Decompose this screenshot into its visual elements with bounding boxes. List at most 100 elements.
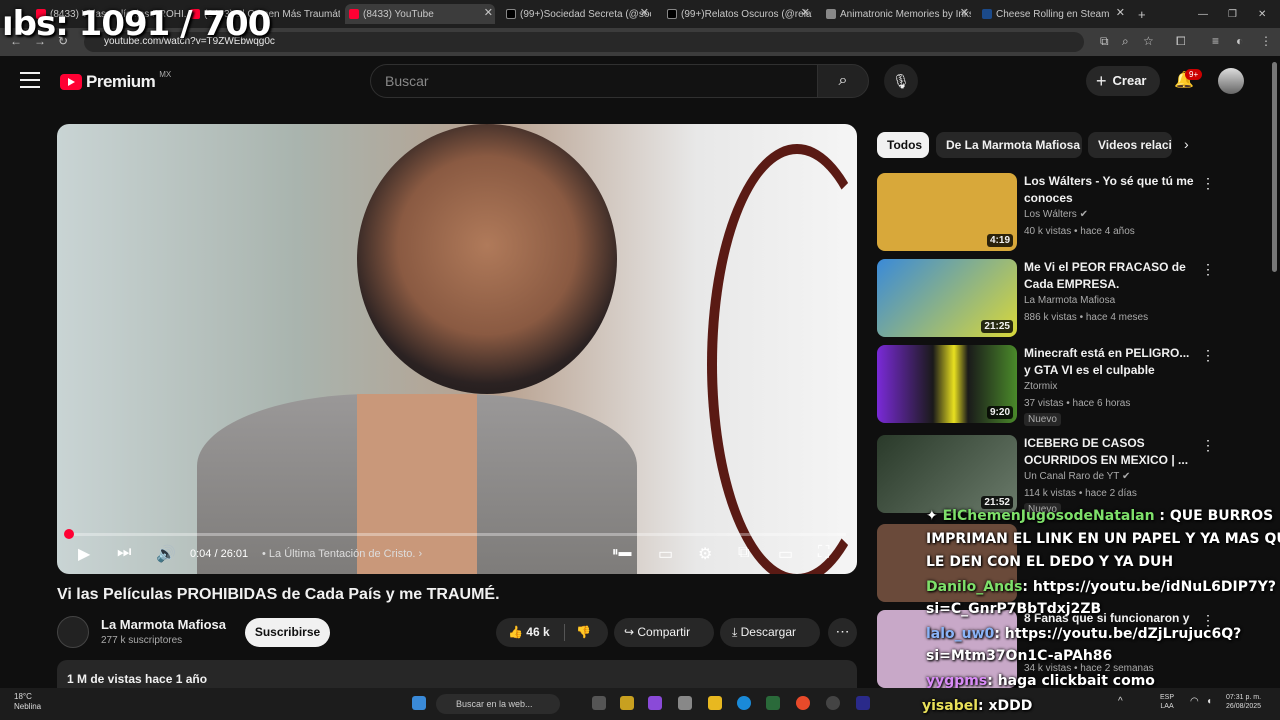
microphone-icon[interactable]: 🎙 — [884, 64, 918, 98]
minimize-icon[interactable]: — — [1198, 4, 1210, 24]
video-frame-skin — [357, 394, 477, 574]
tab-3[interactable]: (8433) YouTube ✕ — [345, 4, 495, 24]
tab-7[interactable]: Cheese Rolling en Steam ✕ — [982, 4, 1127, 24]
extensions-icon[interactable]: ⧠ — [1176, 34, 1186, 49]
chat-message: yygpms: haga clickbait como — [926, 673, 1155, 689]
windows-taskbar — [0, 688, 1280, 720]
obs-icon[interactable] — [826, 696, 840, 710]
verified-icon: ✔ — [1079, 209, 1088, 220]
hamburger-menu-icon[interactable] — [20, 72, 40, 88]
new-tab-button[interactable]: + — [1138, 4, 1152, 24]
subs-counter-overlay: ıbs: 1091 / 700 — [2, 4, 271, 44]
divider — [564, 624, 565, 641]
progress-bar[interactable] — [68, 533, 846, 536]
bookmark-star-icon[interactable]: ☆ — [1143, 34, 1154, 48]
miniplayer-icon[interactable]: ⧉ — [738, 544, 749, 562]
settings-gear-icon[interactable]: ⚙ — [698, 544, 712, 564]
create-button[interactable]: + Crear — [1086, 66, 1160, 96]
next-icon[interactable]: ⏭ — [117, 544, 131, 562]
thumbs-up-icon: 👍 — [508, 625, 527, 639]
tiktok-icon — [506, 9, 516, 19]
excel-icon[interactable] — [766, 696, 780, 710]
wifi-icon[interactable]: ◠ — [1190, 696, 1199, 707]
account-avatar[interactable] — [1218, 68, 1244, 94]
profile-icon[interactable]: ◐ — [1236, 34, 1243, 48]
task-view-icon[interactable] — [592, 696, 606, 710]
more-actions-icon[interactable]: ⋯ — [828, 618, 857, 647]
chip-related[interactable]: Videos relacionados — [1088, 132, 1172, 158]
tray-expand-icon[interactable]: ^ — [1118, 696, 1123, 707]
more-options-icon[interactable]: ⋮ — [1201, 261, 1215, 278]
rec-video-4[interactable]: 21:52 ICEBERG DE CASOS OCURRIDOS EN MEXI… — [877, 435, 1217, 516]
scrubber-handle[interactable] — [64, 529, 74, 539]
play-icon[interactable]: ▶ — [78, 544, 90, 564]
taskbar-clock[interactable]: 07:31 p. m. 26/08/2025 — [1226, 693, 1261, 711]
close-tab-icon[interactable]: ✕ — [484, 6, 493, 19]
time-display: 0:04 / 26:01 — [190, 548, 249, 560]
search-icon[interactable]: ⌕ — [817, 64, 869, 98]
language-indicator[interactable]: ESP LAA — [1160, 693, 1174, 711]
chevron-right-icon[interactable]: › — [1184, 136, 1189, 152]
itch-icon — [826, 9, 836, 19]
chip-todos[interactable]: Todos — [877, 132, 929, 158]
close-tab-icon[interactable]: ✕ — [801, 6, 810, 19]
store-icon[interactable] — [678, 696, 692, 710]
notification-badge: 9+ — [1185, 69, 1203, 80]
autoplay-toggle[interactable]: ⏸▬ — [612, 544, 632, 560]
cast-icon[interactable]: ⧉ — [1100, 34, 1109, 49]
chat-message: LE DEN CON EL DEDO Y YA DUH — [926, 554, 1174, 570]
close-tab-icon[interactable]: ✕ — [960, 6, 969, 19]
file-explorer-icon[interactable] — [708, 696, 722, 710]
tab-4[interactable]: (99+)Sociedad Secreta (@socie ✕ — [506, 4, 651, 24]
maximize-icon[interactable]: ❐ — [1228, 4, 1240, 24]
volume-icon[interactable]: 🔊 — [156, 544, 176, 564]
more-options-icon[interactable]: ⋮ — [1201, 347, 1215, 364]
app-icon[interactable] — [620, 696, 634, 710]
browser-menu-icon[interactable]: ⋮ — [1260, 34, 1272, 48]
windows-start-icon[interactable] — [412, 696, 426, 710]
page-scrollbar[interactable] — [1272, 62, 1277, 272]
close-tab-icon[interactable]: ✕ — [640, 6, 649, 19]
zoom-icon[interactable]: ⌕ — [1122, 34, 1129, 49]
plus-icon: + — [1096, 71, 1107, 91]
rec-video-2[interactable]: 21:25 Me Vi el PEOR FRACASO de Cada EMPR… — [877, 259, 1217, 337]
chat-message: lalo_uw0: https://youtu.be/dZjLrujuc6Q? — [926, 626, 1242, 642]
channel-avatar[interactable] — [57, 616, 89, 648]
more-options-icon[interactable]: ⋮ — [1201, 437, 1215, 454]
video-frame-art — [707, 144, 857, 574]
app-icon[interactable] — [856, 696, 870, 710]
chrome-icon[interactable] — [796, 696, 810, 710]
youtube-play-icon — [60, 74, 82, 90]
edge-icon[interactable] — [737, 696, 751, 710]
rec-video-1[interactable]: 4:19 Los Wálters - Yo sé que tú me conoc… — [877, 173, 1217, 251]
close-window-icon[interactable]: ✕ — [1258, 4, 1270, 24]
chapter-title[interactable]: • La Última Tentación de Cristo. › — [262, 548, 422, 560]
theater-mode-icon[interactable]: ▭ — [778, 544, 793, 564]
fullscreen-icon[interactable]: ⛶ — [818, 544, 829, 562]
download-button[interactable]: ⤓ Descargar — [720, 618, 820, 647]
chip-channel[interactable]: De La Marmota Mafiosa — [936, 132, 1082, 158]
rec-video-3[interactable]: 9:20 Minecraft está en PELIGRO... y GTA … — [877, 345, 1217, 426]
dislike-icon[interactable]: 👎 — [576, 618, 591, 647]
share-button[interactable]: ↪ Compartir — [614, 618, 714, 647]
more-options-icon[interactable]: ⋮ — [1201, 175, 1215, 192]
like-button[interactable]: 👍 46 k 👎 — [496, 618, 608, 647]
video-player[interactable] — [57, 124, 857, 574]
taskbar-search[interactable]: Buscar en la web... — [436, 694, 560, 714]
youtube-premium-logo[interactable]: Premium MX — [60, 70, 171, 92]
subscribe-button[interactable]: Suscribirse — [245, 618, 330, 647]
youtube-icon — [349, 9, 359, 19]
search-input[interactable]: Buscar — [370, 64, 818, 98]
reading-list-icon[interactable]: ≡ — [1212, 34, 1219, 48]
tab-5[interactable]: (99+)Relatos Oscuros (@relato ✕ — [667, 4, 812, 24]
steam-icon — [982, 9, 992, 19]
copilot-icon[interactable] — [648, 696, 662, 710]
close-tab-icon[interactable]: ✕ — [1116, 6, 1125, 19]
speaker-icon[interactable]: ◖ — [1206, 696, 1212, 707]
weather-widget[interactable]: 18°C Neblina — [14, 692, 41, 712]
tab-6[interactable]: Animatronic Memories by Inksi ✕ — [826, 4, 971, 24]
chat-message: Danilo_Ands: https://youtu.be/idNuL6DIP7… — [926, 579, 1277, 595]
channel-name[interactable]: La Marmota Mafiosa — [101, 617, 226, 632]
subtitles-icon[interactable]: ▭ — [658, 544, 673, 564]
video-title: Vi las Películas PROHIBIDAS de Cada País… — [57, 586, 500, 603]
